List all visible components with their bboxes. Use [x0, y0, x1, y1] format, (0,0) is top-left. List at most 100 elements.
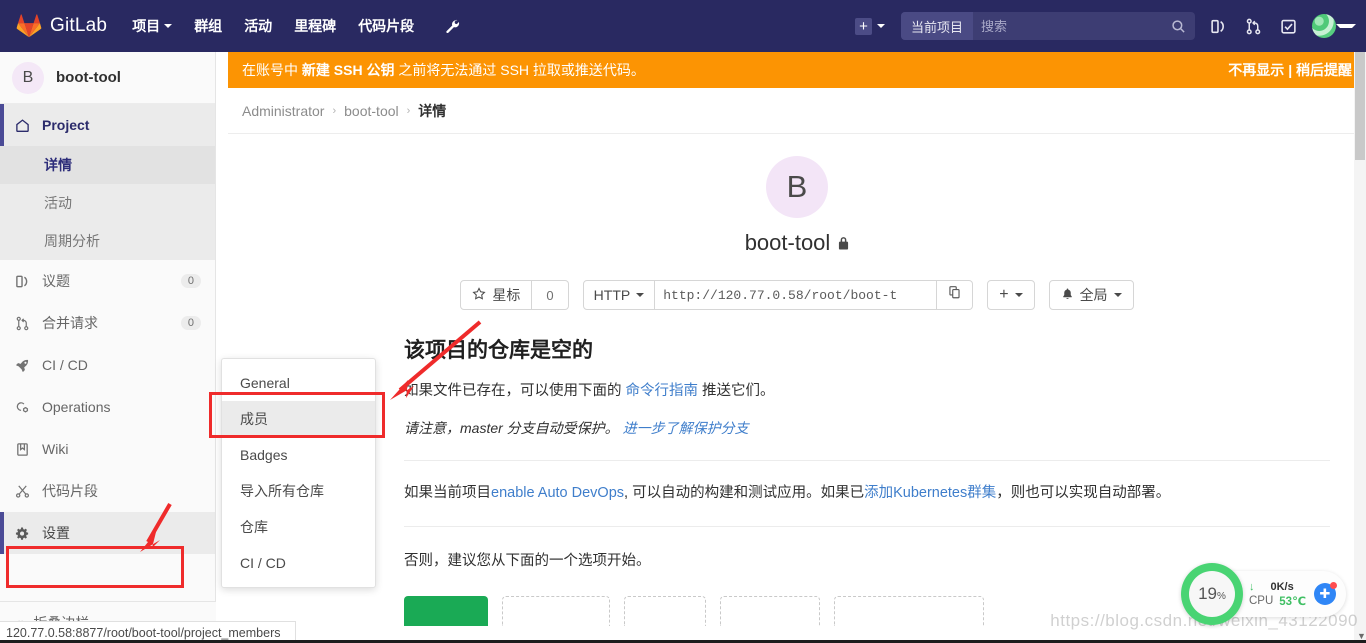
- divider: [404, 460, 1330, 462]
- network-speed: 0K/s: [1270, 580, 1294, 593]
- add-contribution-guide-button[interactable]: [834, 595, 984, 626]
- flyout-item-general[interactable]: General: [222, 365, 375, 401]
- breadcrumb-item-project[interactable]: boot-tool: [344, 103, 398, 119]
- plus-icon: +: [999, 286, 1009, 303]
- sidebar-item-issues-count: 0: [180, 274, 201, 288]
- sidebar-item-details-label: 详情: [44, 157, 72, 173]
- sidebar-item-cycle-analytics[interactable]: 周期分析: [0, 222, 215, 260]
- network-row: ↓ 0K/s: [1249, 581, 1306, 593]
- sidebar-item-activity[interactable]: 活动: [0, 184, 215, 222]
- cpu-temperature: 53℃: [1279, 595, 1306, 608]
- sidebar-item-issues[interactable]: 议题 0: [0, 260, 215, 302]
- sidebar-item-details[interactable]: 详情: [0, 146, 215, 184]
- alert-dismiss-button[interactable]: 不再显示: [1228, 62, 1284, 78]
- sidebar-project-header[interactable]: B boot-tool: [0, 52, 215, 104]
- chevron-down-icon: [1113, 293, 1122, 297]
- copy-icon: [948, 285, 962, 305]
- sidebar-item-issues-label: 议题: [42, 273, 70, 289]
- boost-rocket-icon[interactable]: ✚: [1314, 582, 1337, 605]
- flyout-item-cicd[interactable]: CI / CD: [222, 545, 375, 581]
- sidebar-item-merge-requests-label: 合并请求: [42, 315, 98, 331]
- clone-group: HTTP http://120.77.0.58/root/boot-t: [582, 280, 974, 310]
- page-scrollbar-thumb[interactable]: [1355, 52, 1365, 160]
- sidebar-item-merge-requests-count: 0: [180, 316, 201, 330]
- add-license-button[interactable]: [624, 595, 706, 626]
- sidebar-project-name: boot-tool: [56, 69, 121, 86]
- project-name-label: boot-tool: [744, 230, 831, 255]
- sidebar-item-operations[interactable]: Operations: [0, 386, 215, 428]
- bell-icon: [1061, 287, 1074, 304]
- flyout-item-badges[interactable]: Badges: [222, 437, 375, 473]
- sidebar-item-merge-requests[interactable]: 合并请求 0: [0, 302, 215, 344]
- alert-separator: |: [1288, 62, 1293, 78]
- sidebar-item-wiki[interactable]: Wiki: [0, 428, 215, 470]
- sidebar-item-operations-label: Operations: [42, 399, 111, 415]
- cpu-usage-ring-inner: 19 %: [1189, 571, 1235, 617]
- notification-label: 全局: [1079, 287, 1108, 303]
- protected-branches-link[interactable]: 进一步了解保护分支: [623, 420, 749, 436]
- notification-button[interactable]: 全局: [1048, 280, 1134, 310]
- auto-devops-link[interactable]: enable Auto DevOps: [491, 485, 624, 501]
- todos-icon[interactable]: [1271, 12, 1306, 41]
- sidebar-nav: Project 详情 活动 周期分析 议题 0 合并请求 0 CI / CD O…: [0, 104, 215, 554]
- sidebar-item-project[interactable]: Project: [0, 104, 215, 146]
- kubernetes-cluster-link[interactable]: 添加Kubernetes群集: [864, 485, 996, 501]
- empty-repo-devops-line: 如果当前项目enable Auto DevOps, 可以自动的构建和测试应用。如…: [404, 481, 1330, 506]
- new-item-button[interactable]: +: [845, 12, 895, 41]
- alert-remind-button[interactable]: 稍后提醒: [1296, 62, 1352, 78]
- flyout-item-repository[interactable]: 仓库: [222, 509, 375, 545]
- wrench-icon[interactable]: [435, 11, 470, 42]
- sidebar-item-cicd[interactable]: CI / CD: [0, 344, 215, 386]
- plus-icon: +: [855, 17, 872, 35]
- project-action-buttons: 星标 0 HTTP http://120.77.0.58/root/boot-t: [228, 280, 1366, 310]
- breadcrumb-current: 详情: [418, 102, 447, 119]
- clone-protocol-dropdown[interactable]: HTTP: [582, 280, 656, 310]
- percent-symbol: %: [1217, 591, 1226, 602]
- search-scope-label[interactable]: 当前项目: [901, 12, 974, 40]
- cpu-usage-percent: 19: [1198, 584, 1217, 603]
- nav-link-groups[interactable]: 群组: [183, 8, 233, 44]
- command-line-guide-link[interactable]: 命令行指南: [626, 383, 699, 399]
- ssh-key-alert-text: 在账号中 新建 SSH 公钥 之前将无法通过 SSH 拉取或推送代码。: [242, 60, 1228, 80]
- search-input[interactable]: [973, 18, 1171, 34]
- merge-requests-icon[interactable]: [1236, 12, 1271, 41]
- system-monitor-panel: ↓ 0K/s CPU 53℃ ✚: [1227, 571, 1346, 617]
- avatar[interactable]: [1312, 14, 1336, 38]
- star-icon: [472, 286, 486, 304]
- chevron-down-icon[interactable]: [1336, 24, 1356, 28]
- star-button[interactable]: 星标: [460, 280, 533, 310]
- cpu-row: CPU 53℃: [1249, 594, 1306, 608]
- search-bar[interactable]: 当前项目: [901, 12, 1195, 40]
- search-icon[interactable]: [1171, 19, 1195, 34]
- devops-text-mid: , 可以自动的构建和测试应用。如果已: [624, 485, 865, 502]
- sidebar-item-settings-label: 设置: [42, 525, 70, 541]
- upload-file-button[interactable]: [502, 595, 610, 626]
- system-monitor-widget[interactable]: 19 % ↓ 0K/s CPU 53℃ ✚: [1181, 563, 1346, 625]
- primary-nav: 项目 群组 活动 里程碑 代码片段: [121, 8, 470, 44]
- sidebar-item-cycle-analytics-label: 周期分析: [44, 233, 100, 249]
- flyout-item-import-repos[interactable]: 导入所有仓库: [222, 473, 375, 509]
- gitlab-logo[interactable]: GitLab: [0, 14, 121, 38]
- clone-url-input[interactable]: http://120.77.0.58/root/boot-t: [655, 280, 938, 310]
- new-file-button[interactable]: [404, 595, 488, 626]
- star-group: 星标 0: [460, 280, 569, 310]
- issues-icon[interactable]: [1201, 12, 1236, 41]
- add-button[interactable]: +: [987, 280, 1035, 310]
- page-scrollbar[interactable]: ▼: [1354, 52, 1366, 643]
- alert-link[interactable]: 新建 SSH 公钥: [302, 62, 395, 78]
- add-changelog-button[interactable]: [720, 595, 820, 626]
- chevron-down-icon: [877, 24, 885, 28]
- project-avatar: B: [12, 61, 44, 94]
- nav-link-milestones[interactable]: 里程碑: [283, 8, 347, 44]
- copy-url-button[interactable]: [937, 280, 974, 310]
- nav-link-activity[interactable]: 活动: [233, 8, 283, 44]
- project-avatar-large: B: [766, 156, 828, 218]
- breadcrumb-item-administrator[interactable]: Administrator: [242, 103, 324, 119]
- flyout-item-members[interactable]: 成员: [222, 401, 375, 437]
- nav-link-snippets[interactable]: 代码片段: [347, 8, 425, 44]
- project-sidebar: B boot-tool Project 详情 活动 周期分析 议题 0 合并请求…: [0, 52, 216, 643]
- nav-link-projects[interactable]: 项目: [121, 8, 183, 44]
- sidebar-item-cicd-label: CI / CD: [42, 357, 88, 373]
- sidebar-item-snippets[interactable]: 代码片段: [0, 470, 215, 512]
- sidebar-item-settings[interactable]: 设置: [0, 512, 215, 554]
